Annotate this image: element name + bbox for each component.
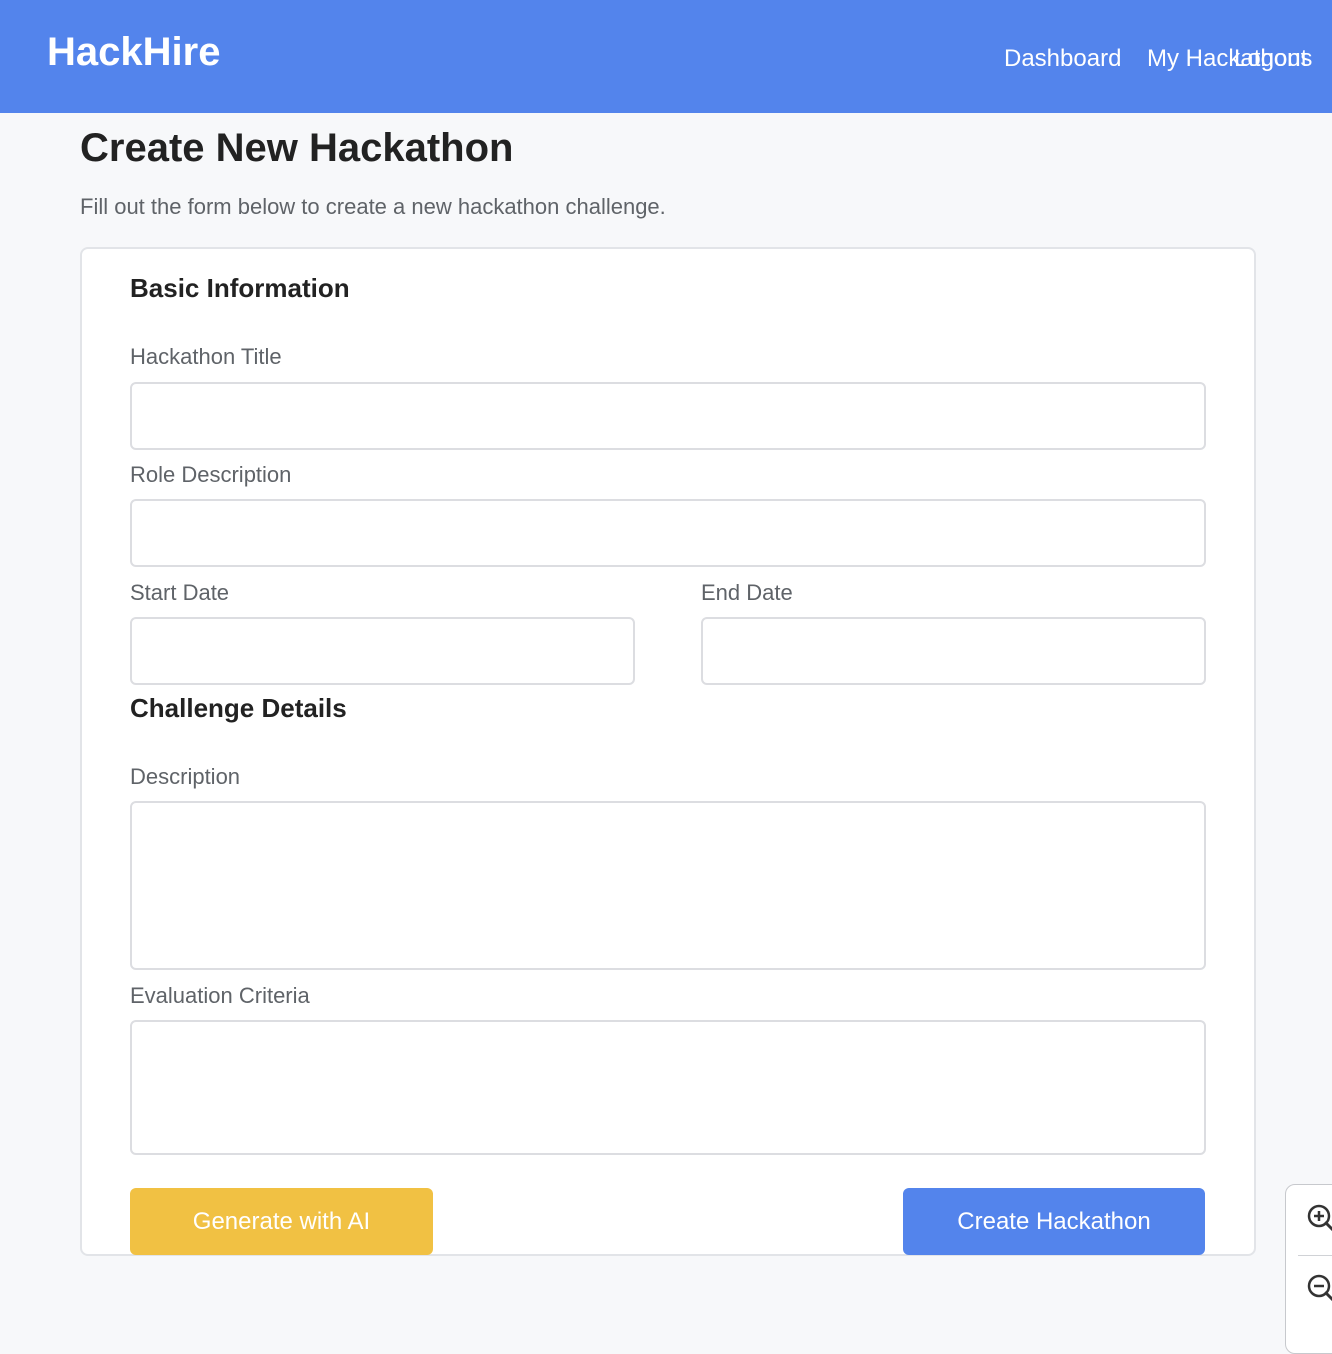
create-hackathon-button[interactable]: Create Hackathon [903,1188,1205,1255]
description-textarea[interactable] [130,801,1206,970]
description-label: Description [130,764,241,789]
page-title: Create New Hackathon [80,126,514,170]
section-title-basic-information: Basic Information [130,273,350,303]
zoom-divider [1298,1255,1332,1256]
start-date-label: Start Date [130,580,230,605]
start-date-input[interactable] [130,617,635,685]
nav-logout[interactable]: Logout [1234,45,1307,73]
evaluation-criteria-label: Evaluation Criteria [130,983,310,1008]
end-date-label: End Date [701,580,793,605]
nav-dashboard[interactable]: Dashboard [1004,45,1121,73]
hackathon-title-label: Hackathon Title [130,344,282,369]
role-description-label: Role Description [130,462,292,487]
section-title-challenge-details: Challenge Details [130,693,347,723]
zoom-in-icon[interactable] [1306,1203,1332,1233]
role-description-input[interactable] [130,499,1206,567]
evaluation-criteria-textarea[interactable] [130,1020,1206,1155]
zoom-out-icon[interactable] [1306,1273,1332,1303]
end-date-input[interactable] [701,617,1206,685]
zoom-controls [1285,1184,1332,1354]
page-subtitle: Fill out the form below to create a new … [80,194,666,219]
navbar: HackHire Dashboard My Hackathons Logout [0,0,1332,113]
brand-logo[interactable]: HackHire [47,30,220,75]
generate-with-ai-button[interactable]: Generate with AI [130,1188,433,1255]
hackathon-title-input[interactable] [130,382,1206,450]
